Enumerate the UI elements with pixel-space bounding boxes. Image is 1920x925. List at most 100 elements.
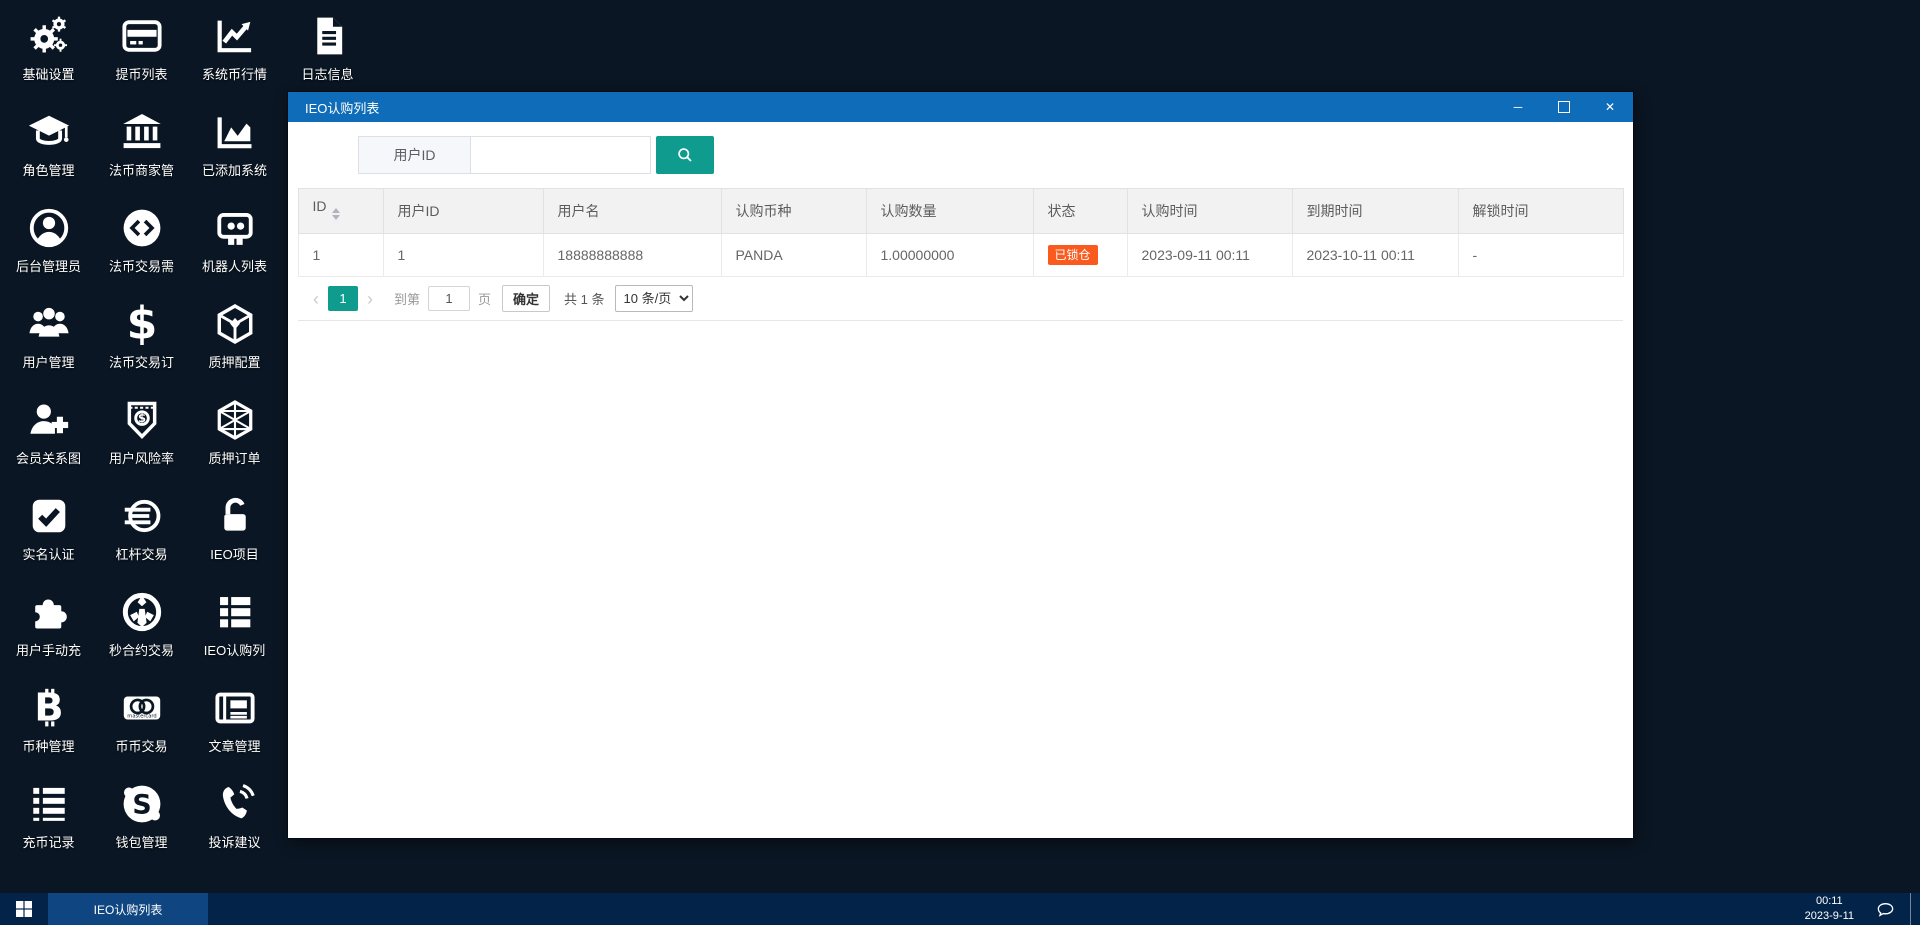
desktop-icon-wallet-management[interactable]: 钱包管理 [95,772,188,868]
desktop-icon-ieo-project[interactable]: IEO项目 [188,484,281,580]
taskbar-tray: 00:11 2023-9-11 [1805,893,1920,925]
show-desktop-button[interactable] [1910,893,1920,925]
next-page-button[interactable]: › [358,290,382,308]
column-header-username: 用户名 [542,188,722,234]
desktop-icon-coin-trade[interactable]: mastercard 币币交易 [95,676,188,772]
desktop-icon-label: 用户风险率 [108,451,174,466]
desktop-icon-ieo-subscription-list[interactable]: IEO认购列 [188,580,281,676]
desktop-icon-label: 用户手动充 [15,643,81,658]
rebel-icon [119,589,165,635]
desktop-icon-label: 投诉建议 [208,835,261,850]
column-header-subscribe-time: 认购时间 [1126,188,1293,234]
desktop-icon-pledge-orders[interactable]: 质押订单 [188,388,281,484]
desktop-icon-fiat-trade-orders[interactable]: 法币交易订 [95,292,188,388]
taskbar-clock[interactable]: 00:11 2023-9-11 [1805,894,1854,924]
desktop-icon-admin-list[interactable]: 后台管理员 [2,196,95,292]
desktop-icon-system-coin-market[interactable]: 系统币行情 [188,4,281,100]
desktop-icon-label: 日志信息 [301,67,354,82]
desktop-icon-fiat-trade-demand[interactable]: 法币交易需 [95,196,188,292]
prev-page-button[interactable]: ‹ [304,290,328,308]
users-group-icon [26,301,72,347]
window-titlebar[interactable]: IEO认购列表 ─ ✕ [288,92,1633,122]
desktop-icon-member-relation[interactable]: 会员关系图 [2,388,95,484]
desktop-icon-leverage-trade[interactable]: 杠杆交易 [95,484,188,580]
taskbar: IEO认购列表 00:11 2023-9-11 [0,893,1920,925]
goto-label: 到第 [394,292,421,308]
svg-text:mastercard: mastercard [127,713,156,719]
desktop-icon-second-contract-trade[interactable]: 秒合约交易 [95,580,188,676]
desktop-icon-fiat-merchant[interactable]: 法币商家管 [95,100,188,196]
goto-page-input[interactable] [428,286,471,312]
taskbar-item-ieo-list[interactable]: IEO认购列表 [48,893,208,925]
desktop-icon-label: 角色管理 [22,163,75,178]
desktop-icon-label: 法币交易需 [108,259,174,274]
list-bullets-icon [26,781,72,827]
desktop-icon-label: 质押配置 [208,355,261,370]
dollar-icon [119,301,165,347]
shield-dollar-icon [119,397,165,443]
desktop-icon-label: 充币记录 [22,835,75,850]
desktop-icon-coin-management[interactable]: 币种管理 [2,676,95,772]
puzzle-icon [26,589,72,635]
desktop-icon-label: IEO项目 [210,547,259,562]
column-header-id[interactable]: ID [297,188,384,234]
desktop-icon-pledge-config[interactable]: 质押配置 [188,292,281,388]
newspaper-icon [212,685,258,731]
chat-button[interactable] [1870,893,1900,925]
desktop-icon-withdraw-list[interactable]: 提币列表 [95,4,188,100]
current-page-button[interactable]: 1 [328,286,358,312]
desktop-icon-role-management[interactable]: 角色管理 [2,100,95,196]
bank-icon [119,109,165,155]
desktop-icon-complaint-suggestion[interactable]: 投诉建议 [188,772,281,868]
cell-expire-time: 2023-10-11 00:11 [1291,232,1459,278]
start-button[interactable] [0,893,48,925]
desktop-icon-label: 法币交易订 [108,355,174,370]
desktop-icon-label: 机器人列表 [201,259,267,274]
check-square-icon [26,493,72,539]
maximize-button[interactable] [1541,92,1587,122]
desktop-icon-label: 法币商家管 [108,163,174,178]
minimize-button[interactable]: ─ [1495,92,1541,122]
clock-time: 00:11 [1815,895,1843,908]
desktop-icon-label: 币币交易 [115,739,168,754]
goto-unit-label: 页 [478,292,492,308]
user-id-input[interactable] [471,136,651,174]
desktop-icon-log-info[interactable]: 日志信息 [281,4,374,100]
desktop-icon-label: 秒合约交易 [108,643,174,658]
desktop-icon-basic-settings[interactable]: 基础设置 [2,4,95,100]
drift-circle-icon [119,493,165,539]
desktop-icon-label: 已添加系统 [201,163,267,178]
cell-subscribe-time: 2023-09-11 00:11 [1126,232,1293,278]
search-button[interactable] [656,136,714,174]
subscription-table: ID 用户ID 用户名 认购币种 认购数量 状态 认购时间 到期时间 解锁时间 … [297,188,1624,278]
desktop-icon-label: 文章管理 [208,739,261,754]
sort-icon[interactable] [331,204,340,224]
desktop-icon-kyc-verification[interactable]: 实名认证 [2,484,95,580]
desktop-icon-manual-recharge[interactable]: 用户手动充 [2,580,95,676]
desktop-icon-label: 实名认证 [22,547,75,562]
column-header-expire-time: 到期时间 [1291,188,1459,234]
desktop-icon-robot-list[interactable]: 机器人列表 [188,196,281,292]
windows-logo-icon [16,901,32,917]
hexagon-net-icon [212,397,258,443]
ieo-subscription-window: IEO认购列表 ─ ✕ 用户ID ID 用户ID 用户名 认购币种 认购数量 状… [288,92,1633,838]
total-count-label: 共 1 条 [564,292,605,308]
admin-user-icon [26,205,72,251]
desktop-icon-label: IEO认购列 [203,643,266,658]
list-squares-icon [212,589,258,635]
clock-date: 2023-9-11 [1804,910,1854,922]
cell-amount: 1.00000000 [865,232,1034,278]
page-size-select[interactable]: 10 条/页 [614,285,693,313]
search-field-label: 用户ID [358,136,471,174]
column-header-unlock-time: 解锁时间 [1457,188,1624,234]
desktop-icon-user-risk-rate[interactable]: 用户风险率 [95,388,188,484]
desktop-icon-deposit-records[interactable]: 充币记录 [2,772,95,868]
desktop-icon-article-management[interactable]: 文章管理 [188,676,281,772]
desktop-icon-added-systems[interactable]: 已添加系统 [188,100,281,196]
confirm-button[interactable]: 确定 [502,285,551,313]
cell-user-id: 1 [382,232,544,278]
close-button[interactable]: ✕ [1587,92,1633,122]
desktop-icon-label: 系统币行情 [201,67,267,82]
desktop-icon-user-management[interactable]: 用户管理 [2,292,95,388]
line-chart-icon [212,13,258,59]
